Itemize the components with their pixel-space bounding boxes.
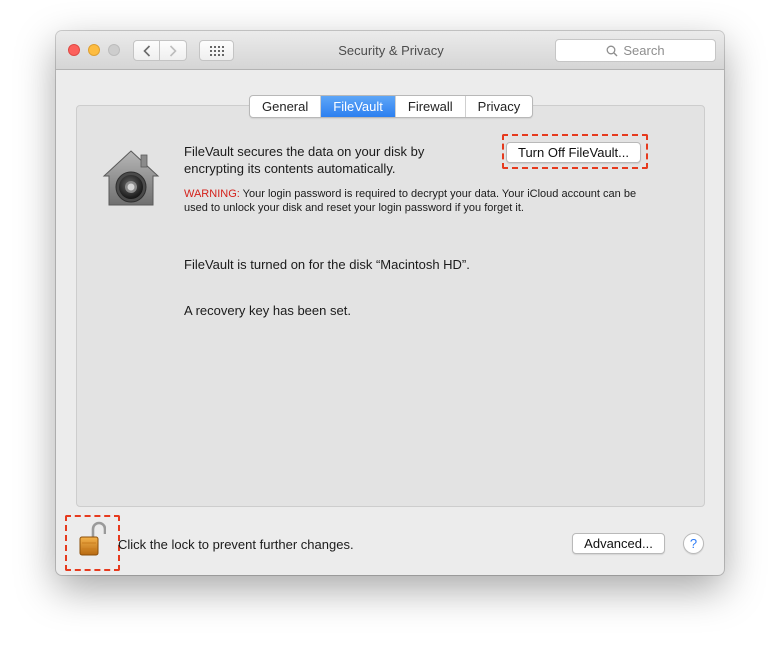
highlight-box [502,134,648,169]
close-window-button[interactable] [68,44,80,56]
warning-label: WARNING: [184,188,240,200]
grid-icon [209,45,224,56]
search-field[interactable]: Search [555,39,716,62]
tab-bar: General FileVault Firewall Privacy [249,95,534,118]
window-title: Security & Privacy [338,43,444,58]
warning-text: Your login password is required to decry… [184,188,637,214]
filevault-status: FileVault is turned on for the disk “Mac… [184,257,470,272]
filevault-icon [100,149,162,216]
zoom-window-button[interactable] [108,44,120,56]
show-all-button[interactable] [199,40,234,61]
search-placeholder: Search [623,43,665,58]
chevron-left-icon [142,44,150,57]
tab-privacy[interactable]: Privacy [464,96,533,117]
help-button[interactable]: ? [683,533,704,554]
search-icon [606,45,618,56]
back-button[interactable] [133,40,160,61]
titlebar: Security & Privacy Search [56,31,724,70]
advanced-button[interactable]: Advanced... [572,533,665,554]
forward-button[interactable] [160,40,187,61]
filevault-description: FileVault secures the data on your disk … [184,144,425,176]
chevron-right-icon [169,44,177,57]
minimize-window-button[interactable] [88,44,100,56]
filevault-warning: WARNING: Your login password is required… [184,187,654,215]
tab-firewall[interactable]: Firewall [394,96,465,117]
recovery-key-status: A recovery key has been set. [184,303,351,318]
highlight-box-lock [65,515,120,571]
preferences-window: Security & Privacy Search General FileVa… [56,31,724,575]
tab-filevault[interactable]: FileVault [320,96,395,117]
lock-instruction: Click the lock to prevent further change… [118,537,354,552]
tab-general[interactable]: General [250,96,320,117]
